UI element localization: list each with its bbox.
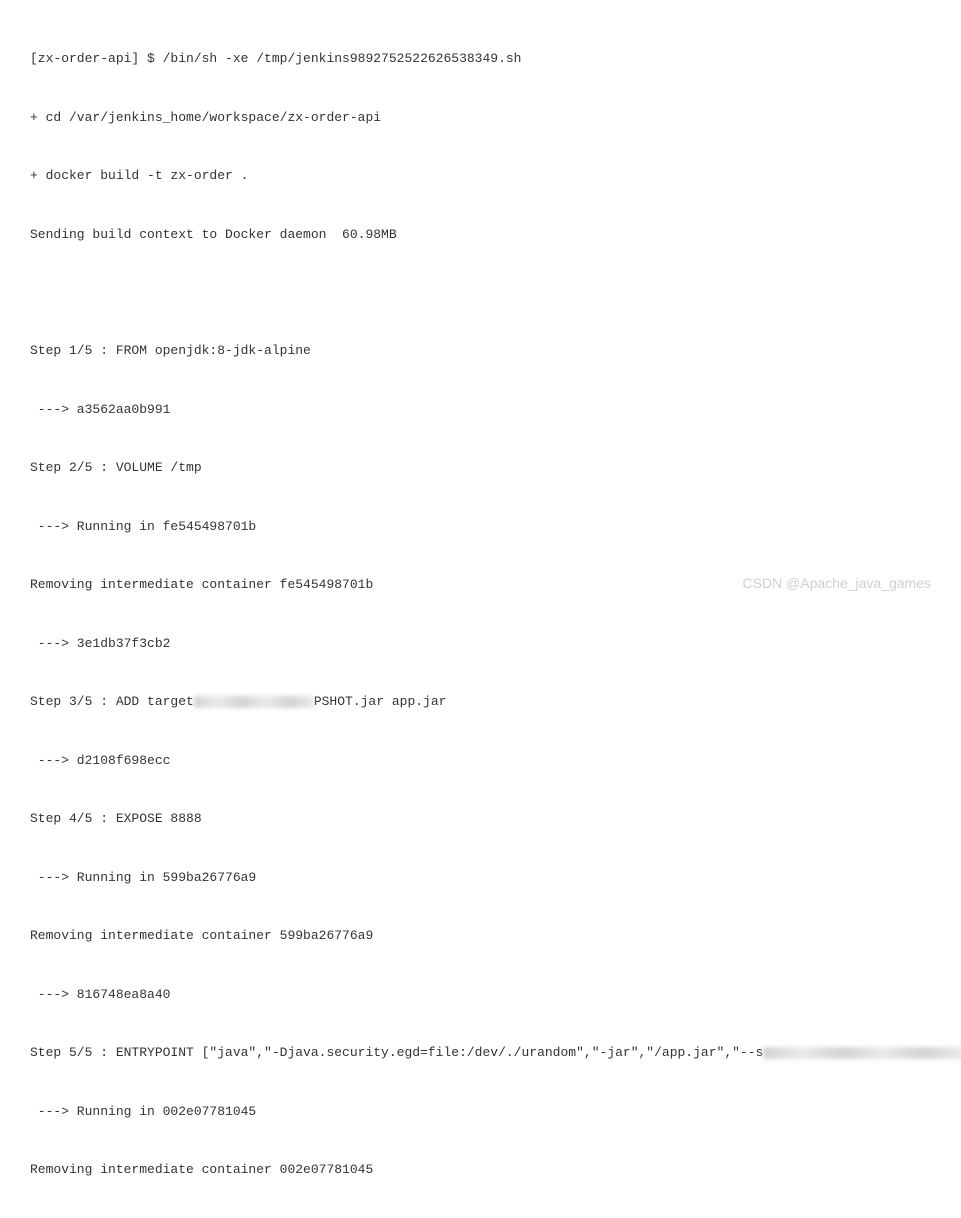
text-segment: PSHOT.jar app.jar bbox=[314, 694, 447, 709]
console-line: Removing intermediate container 599ba267… bbox=[30, 926, 931, 946]
console-line: ---> a3562aa0b991 bbox=[30, 400, 931, 420]
console-line: + docker build -t zx-order . bbox=[30, 166, 931, 186]
text-segment: Step 5/5 : ENTRYPOINT ["java","-Djava.se… bbox=[30, 1045, 763, 1060]
console-line: Removing intermediate container 002e0778… bbox=[30, 1160, 931, 1180]
console-line: ---> d2108f698ecc bbox=[30, 751, 931, 771]
console-line: + cd /var/jenkins_home/workspace/zx-orde… bbox=[30, 108, 931, 128]
console-line-redacted: Step 3/5 : ADD targetxxxxxxxxxxxxPSHOT.j… bbox=[30, 692, 931, 712]
console-line: ---> 3e1db37f3cb2 bbox=[30, 634, 931, 654]
console-line: ---> Running in 599ba26776a9 bbox=[30, 868, 931, 888]
console-line: Sending build context to Docker daemon 6… bbox=[30, 225, 931, 245]
console-line: [zx-order-api] $ /bin/sh -xe /tmp/jenkin… bbox=[30, 49, 931, 69]
text-segment: Step 3/5 : ADD target bbox=[30, 694, 194, 709]
console-line-redacted: Step 5/5 : ENTRYPOINT ["java","-Djava.se… bbox=[30, 1043, 931, 1063]
redacted-text: xxxxxxxxxxxx bbox=[194, 696, 314, 708]
console-output: [zx-order-api] $ /bin/sh -xe /tmp/jenkin… bbox=[30, 10, 931, 1218]
console-line: ---> Running in 002e07781045 bbox=[30, 1102, 931, 1122]
console-line: Step 2/5 : VOLUME /tmp bbox=[30, 458, 931, 478]
console-line bbox=[30, 283, 931, 302]
redacted-text: xxxxxxxxxxxxxxxxxxxxxxxx bbox=[763, 1047, 961, 1059]
console-line: Step 1/5 : FROM openjdk:8-jdk-alpine bbox=[30, 341, 931, 361]
watermark: CSDN @Apache_java_games bbox=[742, 573, 931, 594]
console-line: ---> 816748ea8a40 bbox=[30, 985, 931, 1005]
console-line: ---> Running in fe545498701b bbox=[30, 517, 931, 537]
console-line: Step 4/5 : EXPOSE 8888 bbox=[30, 809, 931, 829]
